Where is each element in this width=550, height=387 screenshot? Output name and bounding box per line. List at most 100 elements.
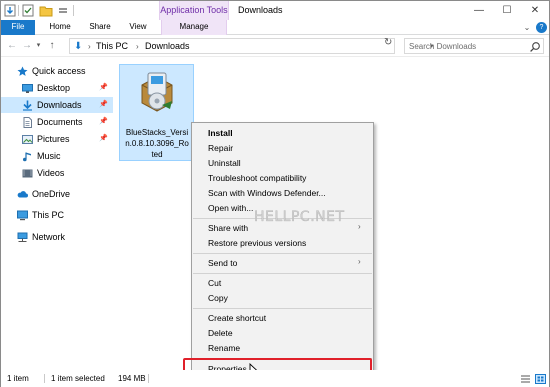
file-name: BlueStacks_Versi n.0.8.10.3096_Ro ted (122, 127, 192, 160)
minimize-button[interactable]: — (465, 1, 493, 20)
new-folder-icon[interactable] (39, 4, 53, 17)
search-box[interactable] (404, 38, 544, 54)
sidebar-item-label: This PC (32, 210, 65, 220)
pin-icon[interactable]: 📌 (99, 114, 108, 130)
breadcrumb-separator[interactable]: › (88, 41, 91, 52)
explorer-window: Application Tools Downloads — ☐ ✕ File H… (0, 0, 550, 387)
sidebar-item-documents[interactable]: Documents 📌 (1, 114, 113, 130)
download-icon (23, 100, 32, 111)
sidebar-item-network[interactable]: Network (1, 229, 113, 245)
menu-separator (193, 273, 372, 274)
sidebar-item-quick-access[interactable]: Quick access (1, 63, 113, 79)
application-tools-label: Application Tools (159, 1, 229, 20)
sidebar-item-label: Network (32, 232, 66, 242)
quick-access-separator (73, 5, 74, 16)
title-bar: Application Tools Downloads — ☐ ✕ (1, 1, 549, 20)
sidebar-item-label: Videos (37, 168, 65, 178)
music-icon (23, 152, 31, 162)
sidebar-item-label: Pictures (37, 134, 70, 144)
menu-item-troubleshoot[interactable]: Troubleshoot compatibility (208, 172, 306, 184)
pin-icon[interactable]: 📌 (99, 131, 108, 147)
status-size: 194 MB (118, 374, 146, 383)
menu-item-restore-versions[interactable]: Restore previous versions (208, 237, 306, 249)
search-icon[interactable] (529, 41, 541, 53)
desktop-icon (22, 84, 33, 93)
sidebar-item-videos[interactable]: Videos (1, 165, 113, 181)
submenu-arrow-icon: › (358, 222, 361, 231)
installer-package-icon (141, 72, 173, 112)
maximize-button[interactable]: ☐ (493, 1, 521, 20)
tab-manage[interactable]: Manage (161, 20, 227, 35)
large-icons-view-icon[interactable] (535, 374, 546, 384)
sidebar-item-label: Documents (37, 117, 83, 127)
sidebar-item-label: Downloads (37, 100, 82, 110)
tab-view[interactable]: View (121, 20, 155, 35)
search-input[interactable] (409, 40, 527, 53)
quick-access-separator (18, 5, 19, 16)
menu-item-delete[interactable]: Delete (208, 327, 233, 339)
recent-locations-chevron-icon[interactable]: ▾ (34, 38, 43, 54)
close-button[interactable]: ✕ (521, 1, 549, 20)
menu-item-uninstall[interactable]: Uninstall (208, 157, 241, 169)
submenu-arrow-icon: › (358, 257, 361, 266)
tab-file[interactable]: File (1, 20, 35, 35)
properties-check-icon[interactable] (22, 4, 34, 17)
context-menu: Install Repair Uninstall Troubleshoot co… (191, 122, 374, 379)
star-icon (17, 66, 28, 76)
download-location-icon: ⬇ (74, 41, 83, 52)
expand-ribbon-icon[interactable]: ⌄ (521, 21, 533, 34)
properties-quick-icon[interactable] (4, 4, 16, 17)
menu-item-cut[interactable]: Cut (208, 277, 221, 289)
sidebar-item-label: Desktop (37, 83, 71, 93)
status-separator (44, 374, 45, 383)
ribbon-tabs: File Home Share View Manage ⌄ ? (1, 20, 549, 35)
watermark: HELLPC.NET (254, 209, 345, 225)
pictures-icon (22, 135, 33, 144)
tab-share[interactable]: Share (83, 20, 117, 35)
breadcrumb-downloads[interactable]: Downloads (145, 40, 190, 53)
help-icon[interactable]: ? (536, 22, 547, 33)
sidebar-item-desktop[interactable]: Desktop 📌 (1, 80, 113, 96)
videos-icon (22, 169, 33, 178)
file-name-line: n.0.8.10.3096_Ro (125, 139, 189, 148)
menu-item-install[interactable]: Install (208, 127, 233, 139)
details-view-icon[interactable] (520, 374, 531, 384)
documents-icon (23, 117, 32, 128)
sidebar-item-pictures[interactable]: Pictures 📌 (1, 131, 113, 147)
file-name-line: ted (151, 150, 163, 159)
breadcrumb-separator[interactable]: › (136, 41, 139, 52)
pin-icon[interactable]: 📌 (99, 97, 108, 113)
menu-item-open-with[interactable]: Open with... (208, 202, 253, 214)
menu-item-create-shortcut[interactable]: Create shortcut (208, 312, 266, 324)
sidebar-item-this-pc[interactable]: This PC (1, 207, 113, 223)
up-arrow-icon[interactable]: ↑ (45, 38, 59, 54)
status-item-count: 1 item (7, 374, 29, 383)
sidebar-item-onedrive[interactable]: OneDrive (1, 186, 113, 202)
status-separator (148, 374, 149, 383)
sidebar-item-label: OneDrive (32, 189, 71, 199)
address-bar[interactable]: ⬇ › This PC › Downloads ▾ (69, 38, 434, 54)
customize-quick-access-icon[interactable] (57, 4, 69, 17)
menu-item-copy[interactable]: Copy (208, 292, 228, 304)
sidebar-item-downloads[interactable]: Downloads 📌 (1, 97, 113, 113)
sidebar-item-music[interactable]: Music (1, 148, 113, 164)
tab-home[interactable]: Home (41, 20, 79, 35)
menu-item-rename[interactable]: Rename (208, 342, 240, 354)
computer-icon (17, 210, 28, 221)
back-arrow-icon[interactable]: ← (5, 38, 19, 54)
menu-item-repair[interactable]: Repair (208, 142, 233, 154)
navigation-pane: Quick access Desktop 📌 Downloads 📌 Docum… (1, 58, 114, 370)
breadcrumb-this-pc[interactable]: This PC (96, 40, 128, 53)
menu-item-send-to[interactable]: Send to (208, 257, 237, 269)
status-selection: 1 item selected (51, 374, 105, 383)
file-item-bluestacks[interactable]: BlueStacks_Versi n.0.8.10.3096_Ro ted (119, 64, 194, 161)
status-bar: 1 item 1 item selected 194 MB (1, 370, 549, 387)
menu-item-scan-defender[interactable]: Scan with Windows Defender... (208, 187, 326, 199)
refresh-icon[interactable]: ↻ (384, 38, 394, 48)
navigation-bar: ← → ▾ ↑ ⬇ › This PC › Downloads ▾ ↻ (1, 35, 549, 57)
file-name-line: BlueStacks_Versi (125, 128, 189, 137)
menu-separator (193, 308, 372, 309)
pin-icon[interactable]: 📌 (99, 80, 108, 96)
menu-item-share-with[interactable]: Share with (208, 222, 248, 234)
forward-arrow-icon[interactable]: → (20, 38, 34, 54)
